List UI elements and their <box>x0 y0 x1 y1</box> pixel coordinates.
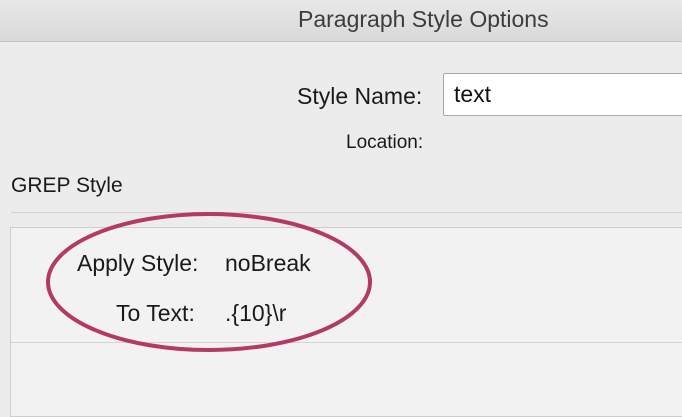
style-name-label: Style Name: <box>297 83 423 109</box>
window-title: Paragraph Style Options <box>298 6 549 32</box>
grep-style-heading: GREP Style <box>11 174 123 197</box>
title-bar: Paragraph Style Options <box>0 0 682 42</box>
style-name-input[interactable] <box>443 73 682 116</box>
location-label: Location: <box>346 132 424 153</box>
highlight-ellipse <box>46 212 372 352</box>
